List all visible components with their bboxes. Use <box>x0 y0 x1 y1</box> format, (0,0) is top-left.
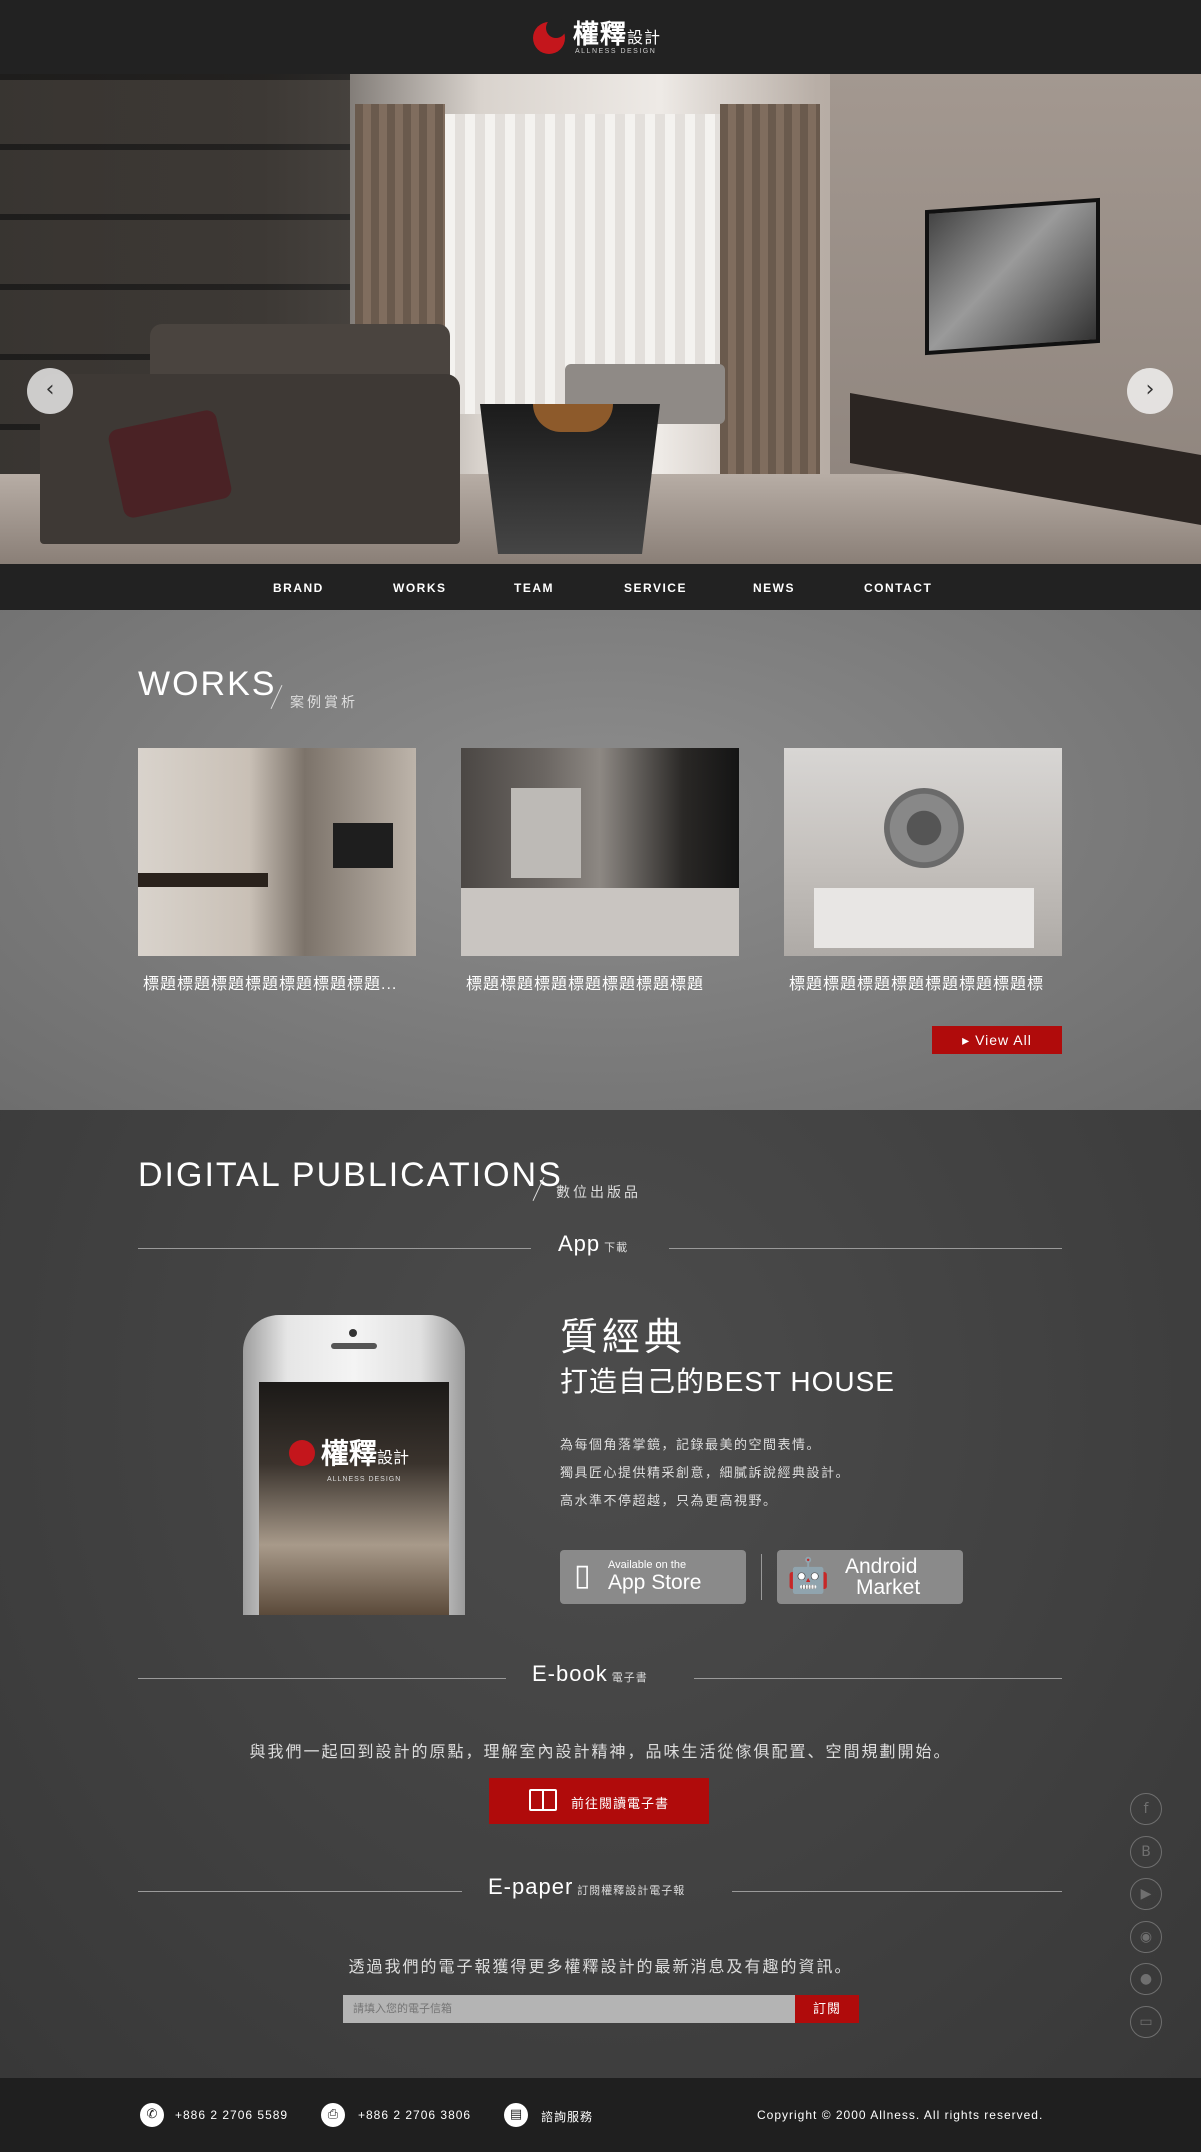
subscribe-button[interactable]: 訂閱 <box>795 1995 859 2023</box>
phone-logo-en: ALLNESS DESIGN <box>327 1476 402 1483</box>
email-input[interactable] <box>343 1995 795 2023</box>
site-footer: ✆ +886 2 2706 5589 ⎙ +886 2 2706 3806 ▤ … <box>0 2078 1201 2152</box>
caret-right-icon: ▸ <box>962 1032 971 1048</box>
works-title: WORKS <box>138 665 277 703</box>
nav-item-team[interactable]: TEAM <box>514 581 554 595</box>
read-ebook-label: 前往閱讀電子書 <box>571 1796 670 1811</box>
logo-text-cn-small: 設計 <box>627 28 662 47</box>
work-card[interactable]: 標題標題標題標題標題標題標題標 <box>784 748 1062 994</box>
app-subheading: 打造自己的BEST HOUSE <box>560 1366 895 1397</box>
work-caption[interactable]: 標題標題標題標題標題標題標題 <box>461 970 739 994</box>
logo-text-cn: 權釋 <box>573 20 628 50</box>
hero-slider: ‹ › <box>0 74 1201 564</box>
logo-mark-icon <box>289 1440 315 1466</box>
book-icon[interactable]: ▭ <box>1130 2006 1162 2038</box>
ebook-description: 與我們一起回到設計的原點，理解室內設計精神，品味生活從傢俱配置、空間規劃開始。 <box>249 1744 952 1761</box>
phone-screen: 權釋設計 ALLNESS DESIGN <box>259 1382 449 1615</box>
app-store-button[interactable]: ▯ Available on the App Store <box>560 1550 746 1604</box>
apple-icon[interactable]: ● <box>1130 1963 1162 1995</box>
divider-line <box>138 1891 462 1892</box>
app-heading: 質經典 <box>560 1317 687 1359</box>
ebook-label: E-book 電子書 <box>532 1661 648 1687</box>
phone-icon: ✆ <box>140 2103 164 2127</box>
app-description-line: 獨具匠心提供精采創意，細膩訴說經典設計。 <box>560 1465 851 1480</box>
work-thumbnail[interactable] <box>138 748 416 956</box>
work-caption[interactable]: 標題標題標題標題標題標題標題... <box>138 970 416 994</box>
footer-service-link[interactable]: 諮詢服務 <box>541 2108 593 2125</box>
app-label-text: App <box>558 1231 601 1256</box>
work-thumbnail[interactable] <box>461 748 739 956</box>
view-all-label: View All <box>975 1032 1032 1048</box>
phone-icon: ▯ <box>574 1559 591 1592</box>
facebook-icon[interactable]: f <box>1130 1793 1162 1825</box>
nav-item-contact[interactable]: CONTACT <box>864 581 932 595</box>
app-label: App 下載 <box>558 1231 628 1257</box>
android-icon[interactable]: ◉ <box>1130 1921 1162 1953</box>
app-description-line: 為每個角落掌鏡，記錄最美的空間表情。 <box>560 1437 822 1452</box>
divider-line <box>138 1678 506 1679</box>
hero-image-curtain <box>720 104 820 504</box>
book-icon <box>529 1789 557 1811</box>
chevron-right-icon: › <box>1145 377 1155 402</box>
fax-icon: ⎙ <box>321 2103 345 2127</box>
phone-logo-cn: 權釋 <box>321 1437 378 1470</box>
work-thumbnail[interactable] <box>784 748 1062 956</box>
view-all-button[interactable]: ▸ View All <box>932 1026 1062 1054</box>
work-caption[interactable]: 標題標題標題標題標題標題標題標 <box>784 970 1062 994</box>
brand-logo[interactable]: 權釋設計 ALLNESS DESIGN <box>533 12 667 62</box>
phone-speaker <box>331 1343 377 1349</box>
hero-image-sofa <box>40 374 460 544</box>
divider-line <box>138 1248 531 1249</box>
epaper-description: 透過我們的電子報獲得更多權釋設計的最新消息及有趣的資訊。 <box>348 1959 853 1976</box>
app-label-small: 下載 <box>604 1242 629 1254</box>
work-card[interactable]: 標題標題標題標題標題標題標題 <box>461 748 739 994</box>
main-nav: BRAND WORKS TEAM SERVICE NEWS CONTACT <box>0 564 1201 610</box>
youtube-icon[interactable]: ▶ <box>1130 1878 1162 1910</box>
works-subtitle: 案例賞析 <box>290 694 358 710</box>
nav-item-brand[interactable]: BRAND <box>273 581 324 595</box>
logo-text-en: ALLNESS DESIGN <box>575 48 657 55</box>
slider-next-button[interactable]: › <box>1127 368 1173 414</box>
ebook-label-small: 電子書 <box>611 1672 648 1684</box>
divider-line <box>669 1248 1062 1249</box>
work-card[interactable]: 標題標題標題標題標題標題標題... <box>138 748 416 994</box>
footer-fax: +886 2 2706 3806 <box>358 2108 472 2122</box>
hero-image-tv <box>925 197 1100 356</box>
read-ebook-button[interactable]: 前往閱讀電子書 <box>489 1778 709 1824</box>
chevron-left-icon: ‹ <box>45 377 55 402</box>
nav-item-works[interactable]: WORKS <box>393 581 447 595</box>
store-separator <box>761 1554 762 1600</box>
footer-copyright: Copyright © 2000 Allness. All rights res… <box>757 2108 1044 2122</box>
nav-item-service[interactable]: SERVICE <box>624 581 687 595</box>
android-market-button[interactable]: 🤖 Android Market <box>777 1550 963 1604</box>
divider-line <box>694 1678 1062 1679</box>
epaper-label: E-paper 訂閱權釋設計電子報 <box>488 1874 685 1900</box>
blogger-icon[interactable]: B <box>1130 1836 1162 1868</box>
divider-line <box>732 1891 1062 1892</box>
app-description-line: 高水準不停超越，只為更高視野。 <box>560 1493 778 1508</box>
footer-phone: +886 2 2706 5589 <box>175 2108 289 2122</box>
epaper-label-small: 訂閱權釋設計電子報 <box>577 1885 686 1897</box>
phone-mockup: 權釋設計 ALLNESS DESIGN <box>243 1315 465 1615</box>
publications-title: DIGITAL PUBLICATIONS <box>138 1156 563 1194</box>
top-header: 權釋設計 ALLNESS DESIGN <box>0 0 1201 74</box>
nav-item-news[interactable]: NEWS <box>753 581 795 595</box>
appstore-big-text: App Store <box>608 1571 702 1594</box>
android-line2: Market <box>856 1576 921 1599</box>
works-section: WORKS 案例賞析 標題標題標題標題標題標題標題... 標題標題標題標題標題標… <box>0 610 1201 1110</box>
slider-prev-button[interactable]: ‹ <box>27 368 73 414</box>
appstore-small-text: Available on the <box>608 1559 687 1571</box>
epaper-label-text: E-paper <box>488 1874 574 1899</box>
ebook-label-text: E-book <box>532 1661 608 1686</box>
phone-camera <box>349 1329 357 1337</box>
logo-mark-icon <box>533 18 566 54</box>
document-icon: ▤ <box>504 2103 528 2127</box>
phone-logo-cn-small: 設計 <box>377 1448 410 1467</box>
android-icon: 🤖 <box>787 1557 830 1595</box>
publications-subtitle: 數位出版品 <box>556 1184 641 1200</box>
publications-section: DIGITAL PUBLICATIONS 數位出版品 App 下載 權釋設計 AL… <box>0 1110 1201 2078</box>
